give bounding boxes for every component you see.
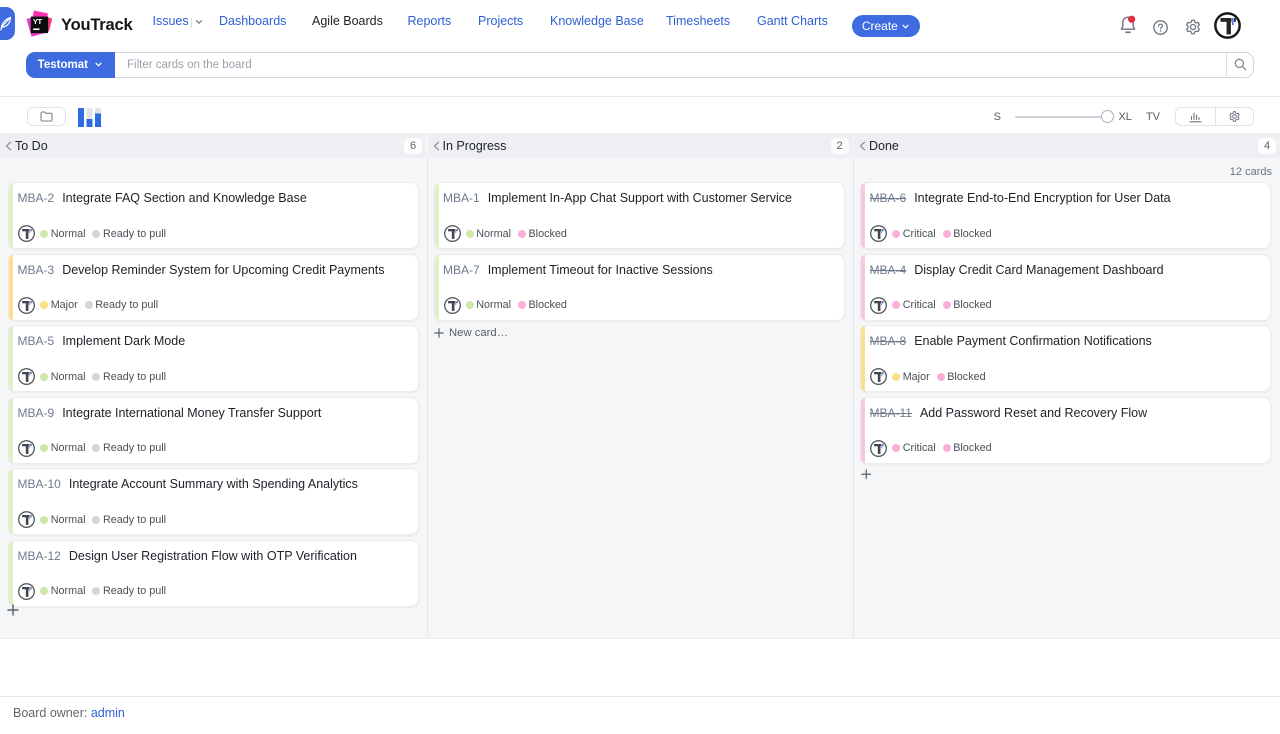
svg-text:YT: YT — [33, 17, 43, 26]
